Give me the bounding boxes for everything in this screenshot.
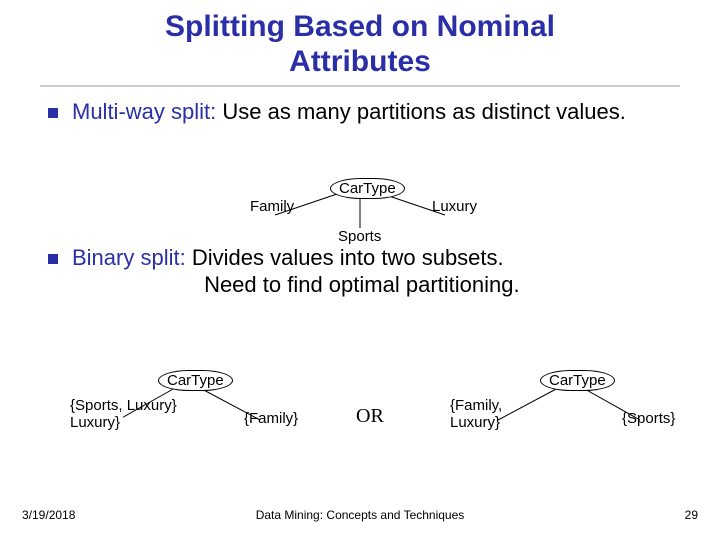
bullet-marker-icon [48, 108, 58, 118]
title-rule [40, 85, 680, 88]
bullet-binary: Binary split: Divides values into two su… [0, 238, 720, 299]
bullet-marker-icon [48, 254, 58, 264]
binary-right-leftlabel-wrap: {Family,Luxury} [450, 398, 502, 431]
multiway-left-label: Family [250, 198, 294, 215]
binary-left-leftlabel-wrap: {Sports,Luxury} [70, 398, 123, 431]
title-line2: Attributes [289, 45, 431, 78]
binary-right-node: CarType [540, 370, 615, 391]
multiway-node: CarType [330, 178, 405, 199]
bullet-multiway-text: Multi-way split: Use as many partitions … [72, 98, 626, 126]
multiway-mid-label: Sports [338, 228, 381, 245]
binary-left-node: CarType [158, 370, 233, 391]
title-line1: Splitting Based on Nominal [165, 10, 555, 43]
or-label: OR [356, 405, 384, 428]
slide-title: Splitting Based on Nominal Attributes [0, 0, 720, 79]
bullet-binary-rest-l1: Divides values into two subsets. [186, 245, 504, 270]
bullet-binary-term: Binary split: [72, 245, 186, 270]
multiway-right-label: Luxury [432, 198, 477, 215]
binary-right-rightlabel: {Sports} [622, 410, 675, 427]
footer-page: 29 [685, 508, 698, 522]
bullet-binary-text: Binary split: Divides values into two su… [72, 244, 520, 299]
binary-left-rightlabel: {Family} [244, 410, 298, 427]
footer-center: Data Mining: Concepts and Techniques [0, 508, 720, 522]
bullet-multiway-rest: Use as many partitions as distinct value… [216, 99, 626, 124]
slide: Splitting Based on Nominal Attributes Mu… [0, 0, 720, 540]
bullet-binary-rest-l2: Need to find optimal partitioning. [204, 272, 520, 297]
bullet-multiway: Multi-way split: Use as many partitions … [0, 92, 720, 126]
bullet-multiway-term: Multi-way split: [72, 99, 216, 124]
